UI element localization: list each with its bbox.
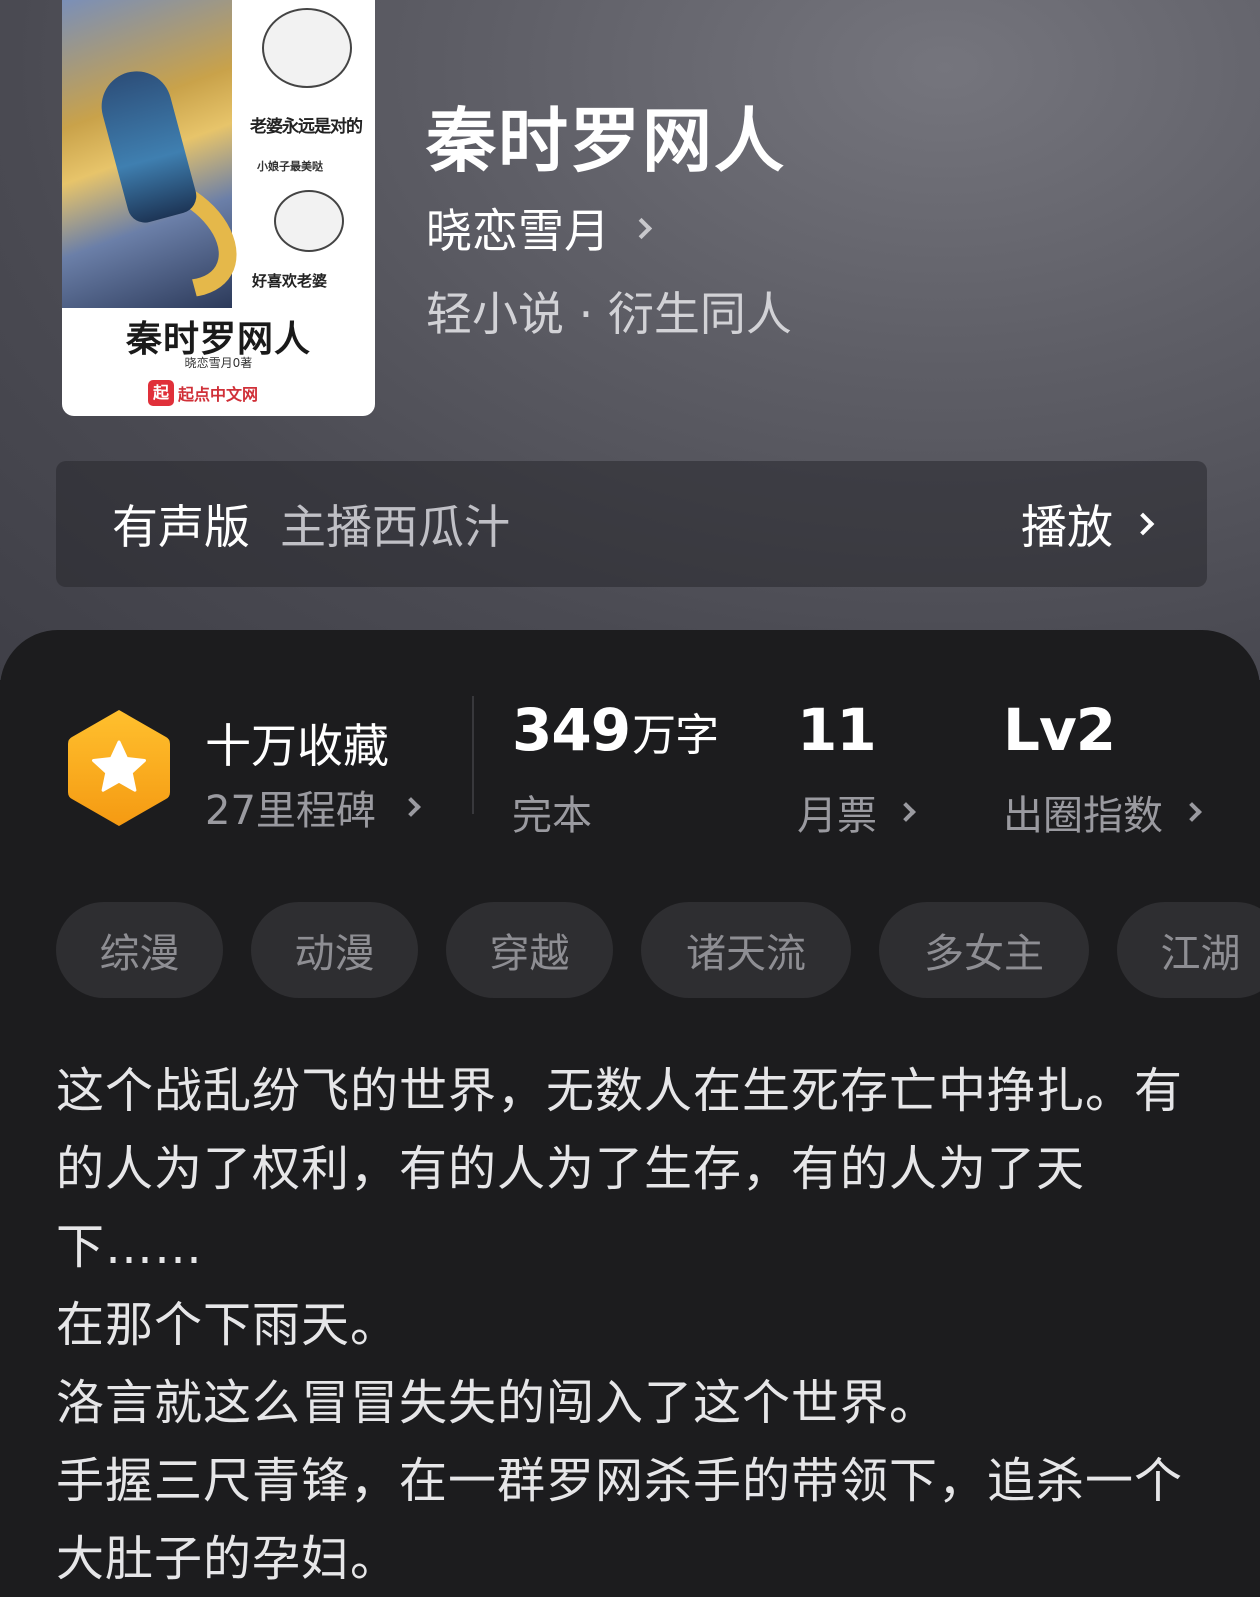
book-cover[interactable]: 老婆永远是对的 小娘子最美哒 好喜欢老婆 秦时罗网人 晓恋雪月0著 起 起点中文… [62,0,375,416]
synopsis-paragraph: 洛言就这么冒冒失失的闯入了这个世界。 [56,1375,939,1431]
publisher-logo-mark: 起 [148,380,174,406]
word-count-value: 349 [512,696,631,764]
hamster-drawing-bottom [274,190,344,252]
book-synopsis[interactable]: 这个战乱纷飞的世界，无数人在生死存亡中挣扎。有的人为了权利，有的人为了生存，有的… [56,1052,1216,1597]
chevron-right-icon [630,217,653,239]
publisher-logo: 起 起点中文网 [148,380,258,406]
tag-chip[interactable]: 江湖 [1117,902,1260,998]
audio-narrator: 主播西瓜汁 [280,500,510,554]
tag-chip[interactable]: 诸天流 [641,902,851,998]
author-name: 晓恋雪月 [426,204,610,258]
cover-slogan: 老婆永远是对的 [250,117,363,137]
book-category: 轻小说 · 衍生同人 [426,287,792,341]
play-button[interactable]: 播放 [1021,491,1155,557]
popularity-index-link[interactable]: 出圈指数 [1003,783,1202,841]
author-link[interactable]: 晓恋雪月 [426,195,653,261]
tag-chip[interactable]: 动漫 [251,902,418,998]
cover-author: 晓恋雪月0著 [184,356,253,370]
chevron-right-icon [1182,802,1202,822]
audio-label: 有声版 [112,500,250,554]
monthly-tickets-label: 月票 [797,793,877,839]
tag-chip[interactable]: 穿越 [446,902,613,998]
tag-list: 综漫 动漫 穿越 诸天流 多女主 江湖 [56,902,1260,998]
completion-status-label: 完本 [512,793,592,839]
book-title: 秦时罗网人 [426,99,786,182]
monthly-tickets-link[interactable]: 月票 [797,783,916,841]
synopsis-paragraph: 这个战乱纷飞的世界，无数人在生死存亡中挣扎。有的人为了权利，有的人为了生存，有的… [56,1063,1184,1275]
milestone-link[interactable]: 27里程碑 [205,778,421,836]
synopsis-paragraph: 在那个下雨天。 [56,1297,400,1353]
cover-small-text: 小娘子最美哒 [257,160,323,173]
chevron-right-icon [1131,512,1155,536]
chevron-right-icon [896,802,916,822]
word-count-unit: 万字 [632,710,719,761]
play-label: 播放 [1021,500,1113,554]
popularity-index-label: 出圈指数 [1003,793,1163,839]
word-count: 349万字 [512,696,719,764]
audio-version-bar[interactable]: 有声版 主播西瓜汁 播放 [56,461,1207,587]
milestone-subtitle: 27里程碑 [205,788,376,834]
publisher-logo-text: 起点中文网 [178,385,259,404]
milestone-title: 十万收藏 [205,719,389,773]
milestone-star-badge-icon[interactable] [64,706,174,830]
stats-divider [472,696,474,814]
cover-illustration [62,0,259,323]
tag-chip[interactable]: 综漫 [56,902,223,998]
monthly-tickets-value: 11 [797,696,877,764]
cover-small-text: 好喜欢老婆 [252,272,328,290]
popularity-level-value: Lv2 [1003,696,1116,764]
synopsis-paragraph: 手握三尺青锋，在一群罗网杀手的带领下，追杀一个大肚子的孕妇。 [56,1453,1184,1587]
completion-status: 完本 [512,783,592,841]
hamster-drawing-top [262,8,352,88]
tag-chip[interactable]: 多女主 [879,902,1089,998]
chevron-right-icon [401,797,421,817]
